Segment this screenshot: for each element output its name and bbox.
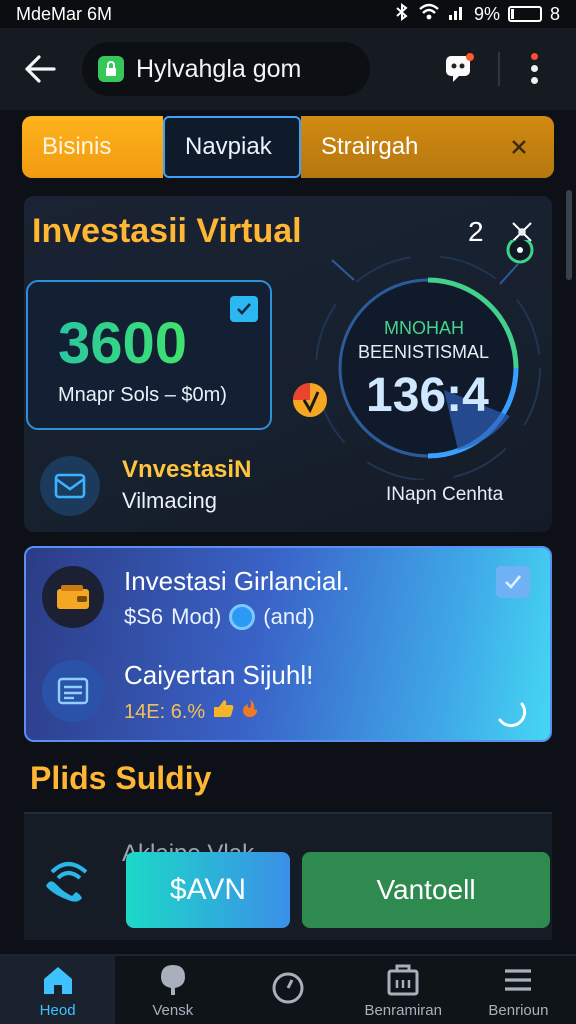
address-bar[interactable]: Hylvahgla gom: [82, 42, 370, 96]
check-icon: [505, 575, 522, 589]
close-icon[interactable]: [510, 138, 528, 156]
checkbox-checked[interactable]: [496, 566, 530, 598]
row1-amount: $S6: [124, 604, 164, 629]
save-button[interactable]: $AVN: [126, 852, 290, 928]
status-bar: MdeMar 6M 9% 8: [0, 0, 576, 28]
wallet-icon: [42, 566, 104, 628]
value-panel[interactable]: 3600 Mnapr Sols – $0m): [26, 280, 272, 430]
menu-dot-icon: [530, 76, 538, 84]
card-title: Investasii Virtual: [32, 212, 302, 250]
investment-row[interactable]: VnvestasiN Vilmacing: [40, 452, 280, 516]
vault-button[interactable]: Vantoell: [302, 852, 550, 928]
row2-rate: 14E: 6.%: [124, 701, 206, 723]
checkbox-checked[interactable]: [230, 296, 258, 322]
nav-item-benrioun[interactable]: Benrioun: [461, 956, 576, 1024]
row1-mode: Mod): [171, 604, 222, 629]
appbar-divider: [498, 52, 500, 86]
chat-button[interactable]: [440, 48, 480, 88]
scrollbar[interactable]: [566, 190, 572, 280]
thumbs-up-icon: [211, 700, 241, 723]
battery-icon: [507, 6, 542, 22]
section-title: Plids Suldiy: [30, 760, 212, 796]
carrier-label: MdeMar 6M: [16, 3, 113, 24]
bottom-navigation: Heod Vensk Benramiran Benrioun: [0, 954, 576, 1024]
phone-signal-icon: [46, 862, 88, 902]
nav-label: Vensk: [152, 1001, 194, 1019]
gauge-value: 136:4: [366, 369, 489, 422]
nav-item-benramiran[interactable]: Benramiran: [346, 956, 461, 1024]
status-badge-icon: [293, 383, 327, 417]
menu-dot-icon: [530, 64, 538, 72]
lock-icon: [98, 56, 124, 82]
status-icons: 9% 8: [394, 2, 560, 26]
arrow-left-icon: [25, 55, 56, 83]
tab-navpiak[interactable]: Navpiak: [163, 116, 301, 178]
briefcase-icon: [387, 964, 419, 995]
check-icon: [237, 303, 251, 315]
nav-label: Heod: [39, 1001, 76, 1019]
row1-detail: $S6 Mod) (and): [124, 604, 315, 630]
menu-dot-icon: [530, 52, 538, 60]
row2-detail: 14E: 6.%: [124, 698, 260, 724]
gauge-widget: MNOHAH BEENISTISMAL 136:4 INapn Cenhta: [294, 240, 552, 530]
signal-icon: [448, 3, 466, 26]
home-icon: [43, 966, 72, 994]
tab-label: Navpiak: [185, 133, 272, 160]
envelope-icon: [40, 456, 100, 516]
app-bar: Hylvahgla gom: [0, 28, 576, 110]
nav-item-home[interactable]: Heod: [0, 956, 116, 1024]
row1-title: Investasi Girlancial.: [124, 566, 350, 596]
investment-title: VnvestasiN: [122, 456, 252, 483]
row2-title: Caiyertan Sijuhl!: [124, 660, 314, 690]
tab-label: Bisinis: [42, 133, 112, 160]
back-button[interactable]: [12, 41, 68, 97]
overflow-menu-button[interactable]: [512, 46, 556, 90]
value-subtitle: Mnapr Sols – $0m): [58, 384, 227, 406]
loading-spinner-icon: [498, 702, 527, 728]
menu-icon: [505, 968, 532, 991]
value-amount: 3600: [58, 311, 188, 376]
status-extra: 8: [549, 3, 560, 24]
gauge-label-middle: BEENISTISMAL: [358, 342, 490, 362]
url-text: Hylvahgla gom: [136, 54, 302, 83]
financial-investment-card: Investasi Girlancial. $S6 Mod) (and) Cai…: [24, 546, 552, 742]
row1-tail: (and): [263, 604, 315, 629]
flame-icon: [240, 699, 260, 723]
tab-strairgah[interactable]: Strairgah: [301, 116, 554, 178]
gauge-label-top: MNOHAH: [384, 318, 464, 338]
virtual-investment-card: Investasii Virtual 2 3600 Mnapr Sols – $…: [24, 196, 552, 532]
toggle-indicator-icon[interactable]: [229, 604, 256, 630]
pin-icon: [160, 964, 185, 995]
nav-item-vensk[interactable]: Vensk: [115, 956, 230, 1024]
nav-label: Benramiran: [364, 1001, 442, 1019]
nav-label: Benrioun: [488, 1001, 549, 1019]
chat-icon: [446, 53, 474, 82]
tab-bisinis[interactable]: Bisinis: [22, 116, 163, 178]
list-document-icon: [42, 660, 104, 722]
nav-item-clock[interactable]: [230, 956, 345, 1024]
gauge-caption: INapn Cenhta: [386, 484, 504, 505]
battery-percent: 9%: [473, 3, 500, 24]
clock-icon: [272, 972, 304, 1004]
category-tabs: Bisinis Navpiak Strairgah: [22, 116, 554, 178]
tab-label: Strairgah: [321, 133, 419, 160]
bluetooth-icon: [394, 2, 410, 26]
wifi-icon: [418, 3, 440, 26]
investment-subtitle: Vilmacing: [122, 488, 217, 513]
